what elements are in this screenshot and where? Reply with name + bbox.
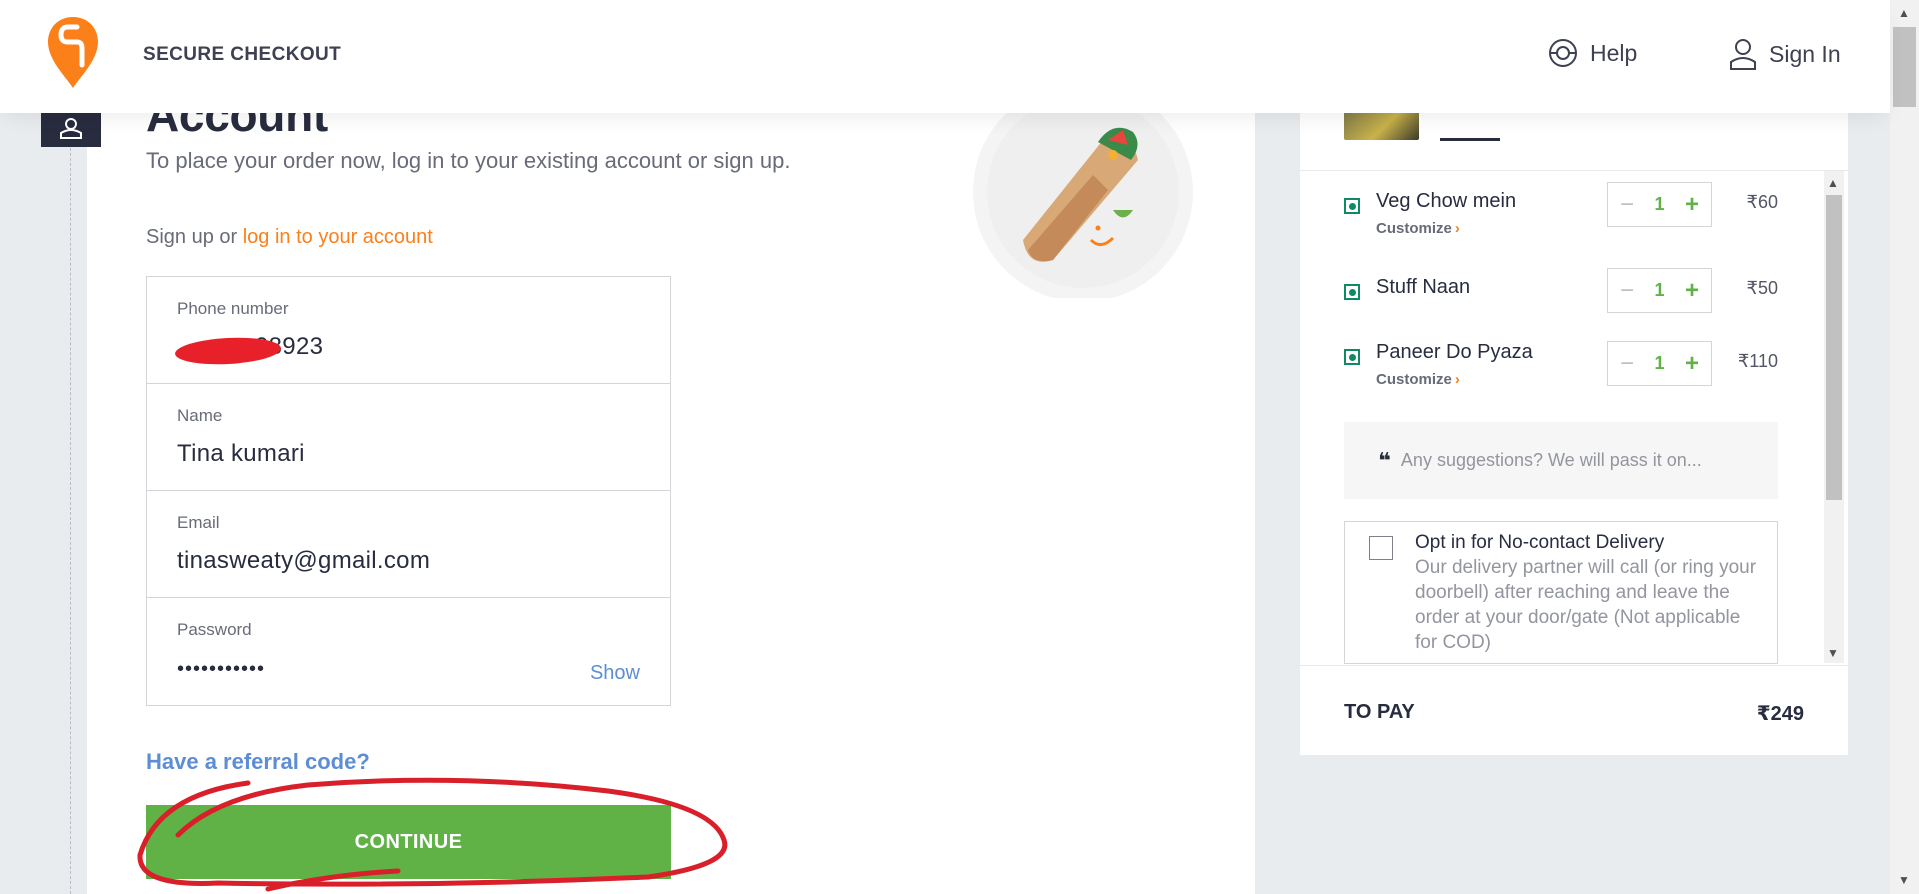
email-value[interactable]: tinasweaty@gmail.com xyxy=(177,547,640,575)
show-password-button[interactable]: Show xyxy=(590,662,640,685)
restaurant-name-underline xyxy=(1440,138,1500,141)
signup-prompt: Sign up or log in to your account xyxy=(146,226,433,249)
to-pay-bar: TO PAY ₹249 xyxy=(1300,665,1848,755)
password-value[interactable]: ••••••••••• xyxy=(177,658,640,681)
user-icon xyxy=(1730,39,1756,70)
increase-quantity-button[interactable]: + xyxy=(1685,192,1699,217)
increase-quantity-button[interactable]: + xyxy=(1685,351,1699,376)
cart-item: Veg Chow mein Customize › − 1 + ₹60 xyxy=(1344,182,1778,250)
password-field[interactable]: Password ••••••••••• Show xyxy=(147,598,670,705)
name-field[interactable]: Name Tina kumari xyxy=(147,384,670,491)
site-header: SECURE CHECKOUT Help Sign In xyxy=(0,0,1890,113)
scroll-down-arrow-icon[interactable]: ▼ xyxy=(1827,646,1839,660)
name-label: Name xyxy=(177,406,223,425)
help-label: Help xyxy=(1590,39,1638,66)
quantity-stepper: − 1 + xyxy=(1607,182,1712,227)
increase-quantity-button[interactable]: + xyxy=(1685,278,1699,303)
page-scroll-down-icon[interactable]: ▼ xyxy=(1898,873,1910,887)
veg-indicator-icon xyxy=(1344,198,1360,214)
customize-label: Customize xyxy=(1376,371,1452,388)
page-scrollbar[interactable] xyxy=(1890,0,1919,894)
page-scrollbar-thumb[interactable] xyxy=(1893,27,1916,107)
food-illustration xyxy=(973,100,1193,298)
phone-field[interactable]: Phone number 08923 xyxy=(147,277,670,384)
help-lifebuoy-icon xyxy=(1549,39,1577,67)
password-label: Password xyxy=(177,620,252,639)
quote-icon: ❝ xyxy=(1378,447,1391,473)
item-name: Paneer Do Pyaza xyxy=(1376,341,1533,363)
referral-code-link[interactable]: Have a referral code? xyxy=(146,749,370,775)
phone-label: Phone number xyxy=(177,299,289,318)
item-name: Veg Chow mein xyxy=(1376,190,1517,212)
suggestions-input[interactable]: ❝ Any suggestions? We will pass it on... xyxy=(1344,422,1778,499)
item-price: ₹50 xyxy=(1746,278,1778,298)
item-name: Stuff Naan xyxy=(1376,276,1471,298)
no-contact-title: Opt in for No-contact Delivery xyxy=(1415,532,1665,553)
no-contact-description: Our delivery partner will call (or ring … xyxy=(1415,557,1757,653)
quantity-value: 1 xyxy=(1654,353,1665,373)
suggestions-placeholder: Any suggestions? We will pass it on... xyxy=(1400,450,1702,470)
to-pay-label: TO PAY xyxy=(1344,701,1415,723)
continue-button[interactable]: CONTINUE xyxy=(146,805,671,879)
decrease-quantity-button[interactable]: − xyxy=(1620,278,1634,303)
customize-link[interactable]: Customize › xyxy=(1376,371,1460,388)
item-price: ₹60 xyxy=(1746,192,1778,212)
veg-indicator-icon xyxy=(1344,349,1360,365)
quantity-value: 1 xyxy=(1654,194,1665,214)
name-value[interactable]: Tina kumari xyxy=(177,440,640,468)
quantity-stepper: − 1 + xyxy=(1607,341,1712,386)
scroll-up-arrow-icon[interactable]: ▲ xyxy=(1827,176,1839,190)
decrease-quantity-button[interactable]: − xyxy=(1620,351,1634,376)
no-contact-checkbox[interactable] xyxy=(1369,536,1393,560)
veg-indicator-icon xyxy=(1344,284,1360,300)
chevron-right-icon: › xyxy=(1454,220,1460,237)
email-field[interactable]: Email tinasweaty@gmail.com xyxy=(147,491,670,598)
cart-scrollbar-thumb[interactable] xyxy=(1826,195,1842,500)
page-scroll-up-icon[interactable]: ▲ xyxy=(1898,6,1910,20)
quantity-value: 1 xyxy=(1654,280,1665,300)
customize-label: Customize xyxy=(1376,220,1452,237)
customize-link[interactable]: Customize › xyxy=(1376,220,1460,237)
signup-form: Phone number 08923 Name Tina kumari Emai… xyxy=(146,276,671,706)
chevron-right-icon: › xyxy=(1454,371,1460,388)
decrease-quantity-button[interactable]: − xyxy=(1620,192,1634,217)
account-subtitle: To place your order now, log in to your … xyxy=(146,148,791,173)
page-title: SECURE CHECKOUT xyxy=(143,44,342,65)
email-label: Email xyxy=(177,513,220,532)
sign-in-label: Sign In xyxy=(1769,40,1841,67)
help-link[interactable]: Help xyxy=(1548,38,1637,68)
checkout-timeline-rail xyxy=(70,113,71,894)
user-icon xyxy=(60,118,82,139)
signup-prefix: Sign up or xyxy=(146,226,243,248)
cart-divider xyxy=(1300,170,1848,171)
swiggy-logo[interactable] xyxy=(46,15,100,90)
cart-item: Paneer Do Pyaza Customize › − 1 + ₹110 xyxy=(1344,341,1778,401)
sign-in-link[interactable]: Sign In xyxy=(1729,38,1841,70)
to-pay-amount: ₹249 xyxy=(1756,703,1804,725)
login-link[interactable]: log in to your account xyxy=(243,226,433,248)
cart-item: Stuff Naan − 1 + ₹50 xyxy=(1344,268,1778,336)
no-contact-delivery-option: Opt in for No-contact Delivery Our deliv… xyxy=(1344,521,1778,664)
quantity-stepper: − 1 + xyxy=(1607,268,1712,313)
item-price: ₹110 xyxy=(1737,351,1778,371)
